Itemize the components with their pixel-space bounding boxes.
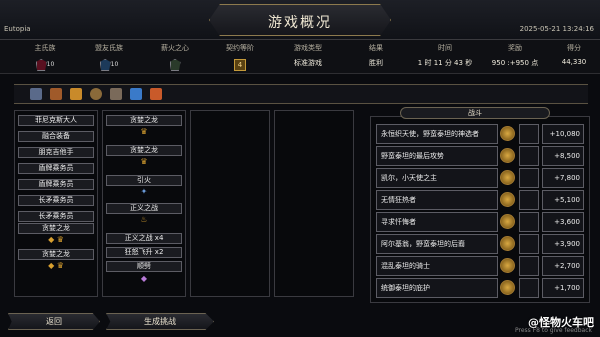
bonus-icon — [519, 124, 539, 144]
page-title: 游戏概况 — [268, 15, 332, 31]
card-slot[interactable]: 菲尼克斯大人 — [18, 115, 94, 126]
upgrade-icon: ◆ — [140, 274, 148, 283]
result-col: 结果 胜利 — [369, 44, 383, 67]
blade-icon[interactable] — [110, 88, 122, 100]
upgrade-icon: ◆ ♛ — [48, 235, 64, 244]
bonus-icon — [519, 146, 539, 166]
deck-panel-3 — [190, 110, 270, 297]
boss-icon — [500, 170, 515, 185]
card-slot[interactable]: 盾牌乘务员 — [18, 163, 94, 174]
deck-panel-4 — [274, 110, 354, 297]
card-slot[interactable]: 贪婪之龙 — [18, 249, 94, 260]
feedback-hint: Press F8 to give feedback — [515, 327, 592, 334]
generate-challenge-button[interactable]: 生成挑战 — [106, 313, 214, 330]
card-slot[interactable]: 朋克吉他手 — [18, 147, 94, 158]
card-slot[interactable]: 贪婪之龙 — [106, 145, 182, 156]
pyre-heart-col: 薪火之心 — [150, 43, 200, 71]
battle-row[interactable]: 凯尔，小天使之主 +7,800 — [376, 168, 584, 188]
score-col: 得分 44,330 — [561, 44, 587, 66]
upgrade-icon: ◆ ♛ — [48, 261, 64, 270]
ally-clan-icon[interactable] — [99, 59, 111, 71]
upgrade-icon: ♛ — [140, 157, 148, 166]
main-clan-icon[interactable] — [35, 59, 47, 71]
boss-icon — [500, 192, 515, 207]
crystal-icon[interactable] — [130, 88, 142, 100]
battle-row[interactable]: 无情狂热者 +5,100 — [376, 190, 584, 210]
card-slot[interactable]: 盾牌乘务员 — [18, 179, 94, 190]
boss-icon — [500, 214, 515, 229]
rune-icon[interactable] — [150, 88, 162, 100]
battle-row[interactable]: 统御泰坦的庇护 +1,700 — [376, 278, 584, 298]
back-button[interactable]: 返回 — [8, 313, 100, 330]
battle-row[interactable]: 永恒织天使，野蛮泰坦的神选者 +10,080 — [376, 124, 584, 144]
battle-row[interactable]: 寻求忏悔者 +3,600 — [376, 212, 584, 232]
card-slot[interactable]: 长矛乘务员 — [18, 211, 94, 222]
gametype-col: 游戏类型 标准游戏 — [294, 44, 322, 67]
ring-icon[interactable] — [90, 88, 102, 100]
battle-header: 战斗 — [400, 107, 550, 119]
battle-row[interactable]: 混乱泰坦的骑士 +2,700 — [376, 256, 584, 276]
datetime-label: 2025-05-21 13:24:16 — [519, 25, 594, 33]
scroll-icon[interactable] — [50, 88, 62, 100]
boss-icon — [500, 236, 515, 251]
bonus-icon — [519, 190, 539, 210]
card-slot[interactable]: 贪婪之龙 — [106, 115, 182, 126]
upgrade-icon: ♨ — [140, 215, 148, 224]
main-clan-col: 主氏族 10 — [22, 43, 68, 71]
relic-bar — [14, 84, 588, 104]
time-col: 时间 1 时 11 分 43 秒 — [417, 44, 473, 67]
upgrade-icon: ✦ — [140, 187, 148, 196]
bonus-icon — [519, 256, 539, 276]
card-slot[interactable]: 引火 — [106, 175, 182, 186]
card-slot[interactable]: 贪婪之龙 — [18, 223, 94, 234]
boss-icon — [500, 280, 515, 295]
boss-icon — [500, 126, 515, 141]
contract-level-badge: 4 — [234, 59, 246, 71]
deck-panel-2: 贪婪之龙 ♛ 贪婪之龙 ♛ 引火 ✦ 正义之战 ♨ 正义之战 x4 狂怒飞升 x… — [102, 110, 186, 297]
ally-clan-col: 盟友氏族 10 — [84, 43, 134, 71]
card-icon[interactable] — [70, 88, 82, 100]
deck-panel-1: 菲尼克斯大人 融合装备 朋克吉他手 盾牌乘务员 盾牌乘务员 长矛乘务员 长矛乘务… — [14, 110, 98, 297]
battle-row[interactable]: 野蛮泰坦的最后攻势 +8,500 — [376, 146, 584, 166]
battle-row[interactable]: 阿尔基翁，野蛮泰坦的后裔 +3,900 — [376, 234, 584, 254]
bonus-icon — [519, 278, 539, 298]
card-slot[interactable]: 正义之战 x4 — [106, 233, 182, 244]
card-slot[interactable]: 长矛乘务员 — [18, 195, 94, 206]
card-slot[interactable]: 狂怒飞升 x2 — [106, 247, 182, 258]
bonus-icon — [519, 212, 539, 232]
region-label: Eutopia — [4, 25, 31, 33]
card-slot[interactable]: 融合装备 — [18, 131, 94, 142]
summary-row: 主氏族 10 盟友氏族 10 薪火之心 契约等阶 4 游戏类型 标准游戏 结果 … — [0, 40, 600, 74]
bonus-icon — [519, 168, 539, 188]
contract-col: 契约等阶 4 — [226, 44, 254, 71]
card-slot[interactable]: 顺劈 — [106, 261, 182, 272]
bonus-icon — [519, 234, 539, 254]
card-slot[interactable]: 正义之战 — [106, 203, 182, 214]
ember-icon[interactable] — [30, 88, 42, 100]
reward-col: 奖励 950 :+950 点 — [491, 44, 539, 67]
boss-icon — [500, 148, 515, 163]
title-banner: 游戏概况 — [209, 4, 391, 36]
boss-icon — [500, 258, 515, 273]
pyre-heart-icon[interactable] — [169, 59, 181, 71]
upgrade-icon: ♛ — [140, 127, 148, 136]
